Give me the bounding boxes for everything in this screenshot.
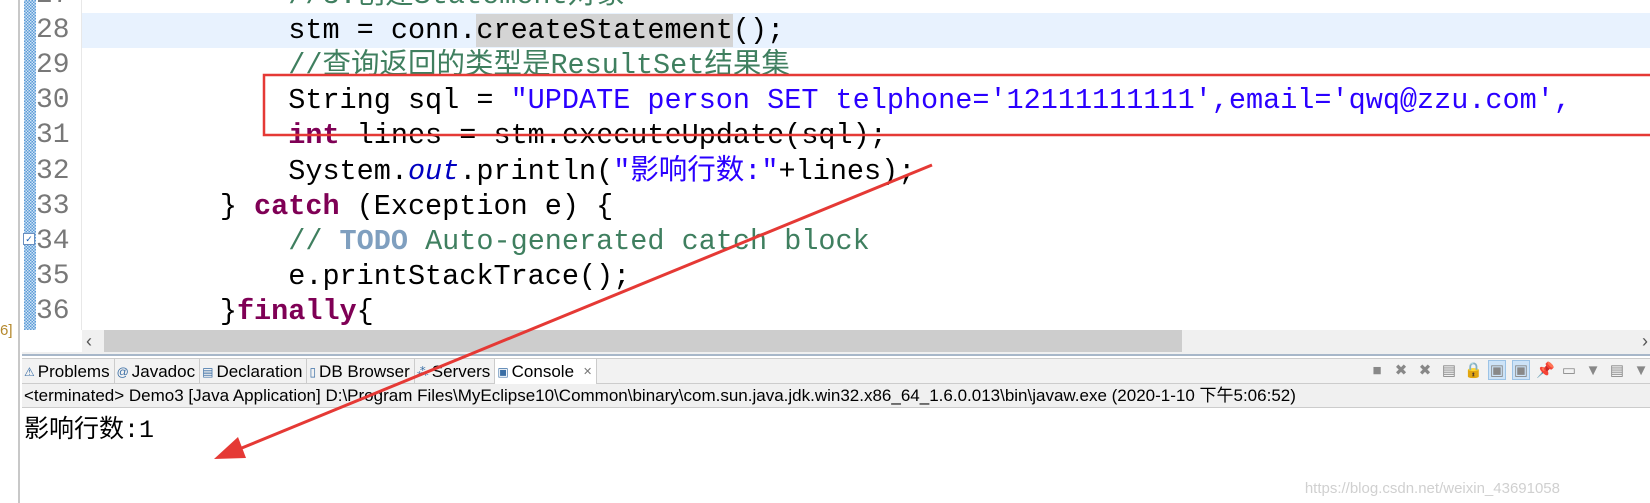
annotation-arrow-line	[231, 163, 933, 454]
annotation-arrow-head	[214, 437, 246, 459]
annotation-overlay	[214, 73, 1650, 459]
highlight-box	[262, 73, 1650, 137]
